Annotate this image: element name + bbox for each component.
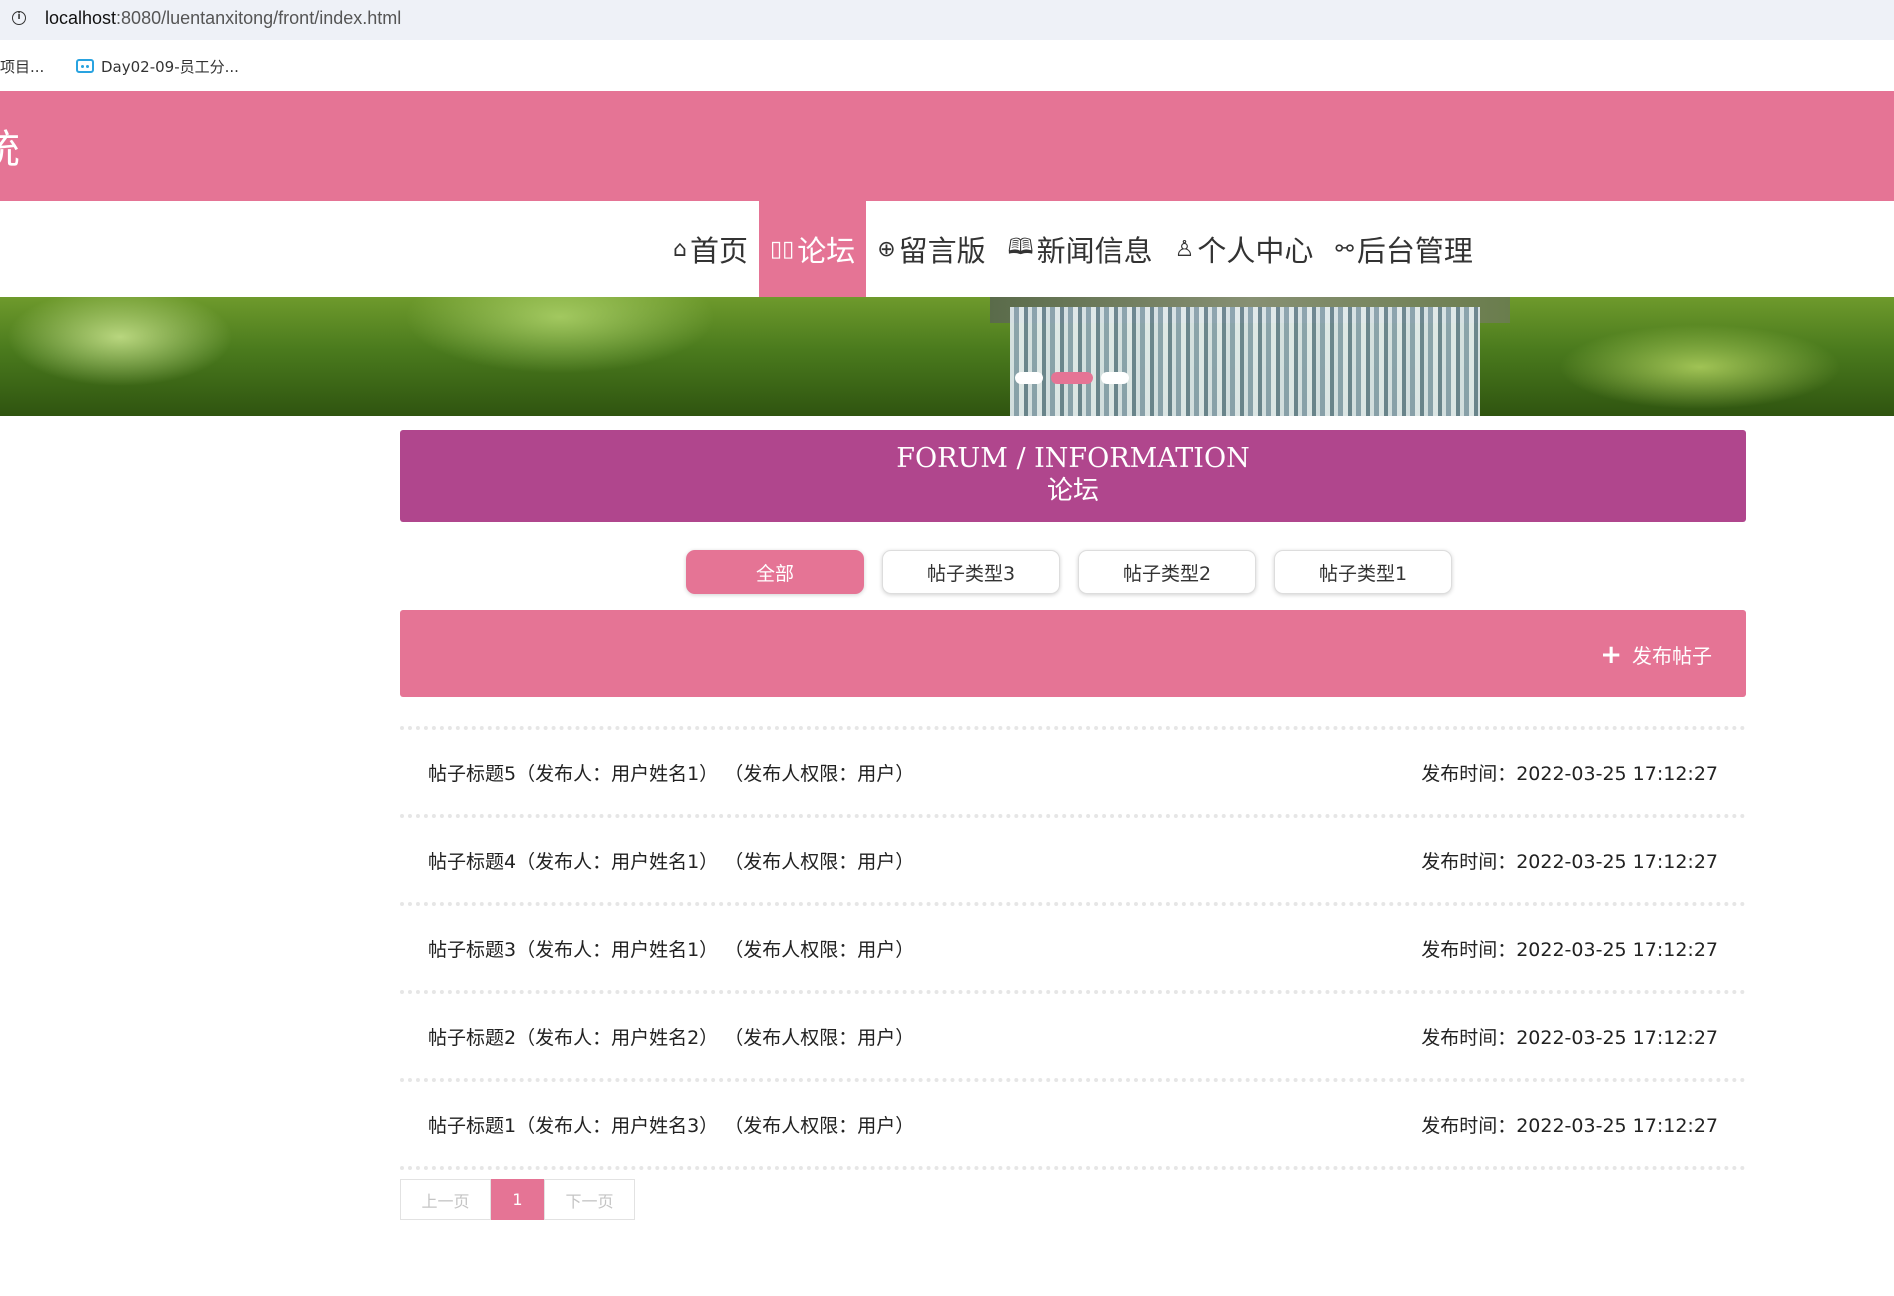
publish-post-button[interactable]: + 发布帖子 [1600,640,1712,669]
post-row[interactable]: 帖子标题4（发布人：用户姓名1） （发布人权限：用户） 发布时间：2022-03-… [400,814,1746,902]
book-icon: 🕮 [1007,235,1034,260]
post-title[interactable]: 帖子标题4（发布人：用户姓名1） （发布人权限：用户） [428,847,914,874]
site-title: 统 [0,117,20,175]
post-row[interactable]: 帖子标题1（发布人：用户姓名3） （发布人权限：用户） 发布时间：2022-03-… [400,1078,1746,1166]
section-title-box: FORUM / INFORMATION 论坛 [400,430,1746,522]
globe-icon: ⊕ [877,236,896,262]
post-title[interactable]: 帖子标题5（发布人：用户姓名1） （发布人权限：用户） [428,759,914,786]
user-icon: ♙ [1174,236,1195,262]
tab-type2[interactable]: 帖子类型2 [1078,550,1256,594]
nav-item-3[interactable]: 🕮 新闻信息 [997,201,1164,297]
nav-item-label: 新闻信息 [1036,234,1153,268]
link-icon: ⚯ [1335,236,1354,262]
post-time: 发布时间：2022-03-25 17:12:27 [1421,1114,1718,1137]
address-bar[interactable]: i localhost:8080/luentanxitong/front/ind… [0,0,1894,40]
plus-icon: + [1600,639,1622,670]
post-row[interactable]: 帖子标题2（发布人：用户姓名2） （发布人权限：用户） 发布时间：2022-03-… [400,990,1746,1078]
section-title-cn: 论坛 [1046,476,1099,506]
post-title[interactable]: 帖子标题1（发布人：用户姓名3） （发布人权限：用户） [428,1111,914,1138]
page-number-current[interactable]: 1 [491,1179,544,1220]
carousel-dot[interactable] [1051,372,1093,384]
post-row[interactable]: 帖子标题3（发布人：用户姓名1） （发布人权限：用户） 发布时间：2022-03-… [400,902,1746,990]
nav-item-label: 留言版 [898,234,986,268]
nav-item-label: 论坛 [797,234,856,268]
home-icon: ⌂ [673,236,687,262]
post-list-divider [400,1166,1746,1170]
tab-type3[interactable]: 帖子类型3 [882,550,1060,594]
forum-icon: ▯▯ [769,236,795,262]
publish-post-label: 发布帖子 [1632,644,1712,668]
post-title[interactable]: 帖子标题2（发布人：用户姓名2） （发布人权限：用户） [428,1023,914,1050]
post-row[interactable]: 帖子标题5（发布人：用户姓名1） （发布人权限：用户） 发布时间：2022-03-… [400,726,1746,814]
carousel-indicators [1015,372,1129,384]
site-info-icon[interactable]: i [12,11,26,25]
tab-all[interactable]: 全部 [686,550,864,594]
nav-item-1[interactable]: ▯▯ 论坛 [758,201,867,297]
category-tabs: 全部 帖子类型3 帖子类型2 帖子类型1 [686,550,1452,594]
next-page-button[interactable]: 下一页 [544,1179,635,1220]
post-time: 发布时间：2022-03-25 17:12:27 [1421,850,1718,873]
banner-waterfall-image [1010,307,1480,416]
carousel-dot[interactable] [1101,372,1129,384]
prev-page-button[interactable]: 上一页 [400,1179,491,1220]
post-title[interactable]: 帖子标题3（发布人：用户姓名1） （发布人权限：用户） [428,935,914,962]
post-time: 发布时间：2022-03-25 17:12:27 [1421,1026,1718,1049]
main-nav: ⌂ 首页 ▯▯ 论坛 ⊕ 留言版 🕮 新闻信息 ♙ 个人中心 ⚯ 后台管理 [0,201,1894,297]
bilibili-icon [76,59,94,73]
nav-item-label: 后台管理 [1356,234,1473,268]
post-time: 发布时间：2022-03-25 17:12:27 [1421,938,1718,961]
pagination: 上一页 1 下一页 [400,1179,635,1220]
tab-type1[interactable]: 帖子类型1 [1274,550,1452,594]
bookmark-project[interactable]: 项目... [0,56,44,77]
nav-item-label: 首页 [689,234,748,268]
nav-item-4[interactable]: ♙ 个人中心 [1164,201,1325,297]
nav-item-0[interactable]: ⌂ 首页 [662,201,759,297]
post-time: 发布时间：2022-03-25 17:12:27 [1421,762,1718,785]
nav-item-label: 个人中心 [1197,234,1314,268]
site-header: 统 [0,91,1894,201]
nav-item-5[interactable]: ⚯ 后台管理 [1324,201,1483,297]
nav-item-2[interactable]: ⊕ 留言版 [866,201,996,297]
url-text[interactable]: localhost:8080/luentanxitong/front/index… [45,8,401,29]
bookmarks-bar: 项目... Day02-09-员工分... [0,40,1894,91]
bookmark-label: Day02-09-员工分... [101,58,239,76]
bookmark-day02[interactable]: Day02-09-员工分... [76,56,239,77]
banner-carousel[interactable] [0,297,1894,416]
section-title-en: FORUM / INFORMATION [896,443,1250,474]
carousel-dot[interactable] [1015,372,1043,384]
post-list: 帖子标题5（发布人：用户姓名1） （发布人权限：用户） 发布时间：2022-03-… [400,726,1746,1170]
action-bar: + 发布帖子 [400,610,1746,697]
